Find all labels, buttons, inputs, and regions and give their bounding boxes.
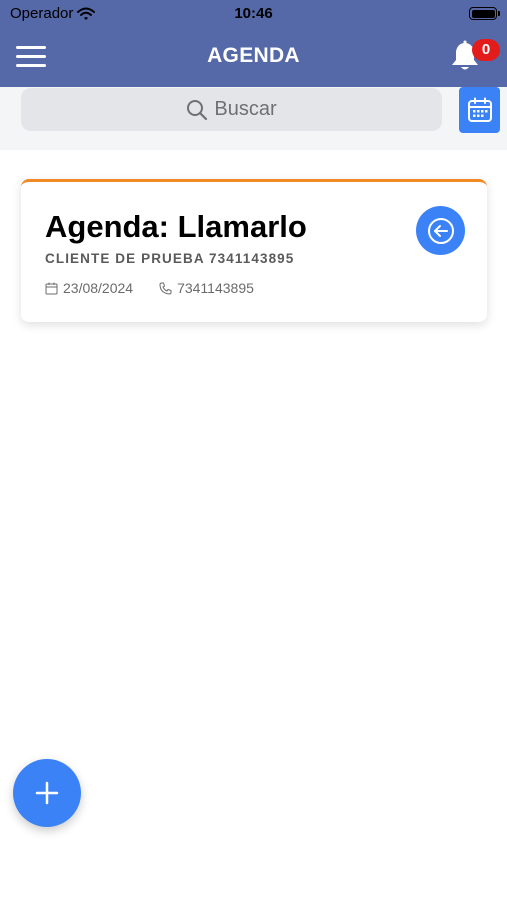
app-header: Operador 10:46 AGENDA 0 (0, 0, 507, 87)
agenda-meta: 23/08/2024 7341143895 (45, 280, 254, 296)
clock: 10:46 (234, 5, 273, 22)
notification-badge: 0 (472, 39, 500, 61)
arrow-left-circle-icon (427, 217, 454, 244)
notifications-button[interactable]: 0 (447, 36, 503, 76)
page-title: AGENDA (207, 44, 300, 67)
agenda-client: CLIENTE DE PRUEBA 7341143895 (45, 251, 295, 266)
calendar-button[interactable] (459, 87, 500, 133)
plus-icon (35, 781, 59, 805)
search-placeholder: Buscar (214, 98, 277, 120)
agenda-title: Agenda: Llamarlo (45, 209, 307, 244)
agenda-phone-value: 7341143895 (177, 280, 254, 296)
navigation-bar: AGENDA 0 (0, 28, 507, 87)
agenda-date-value: 23/08/2024 (63, 280, 134, 296)
phone-icon (159, 282, 172, 295)
search-input[interactable]: Buscar (21, 88, 442, 131)
battery-icon (469, 7, 500, 20)
search-icon (187, 99, 208, 120)
add-button[interactable] (13, 759, 81, 827)
search-area: Buscar (0, 87, 507, 150)
status-bar: Operador 10:46 (0, 0, 507, 28)
agenda-date: 23/08/2024 (45, 280, 133, 296)
calendar-small-icon (45, 282, 58, 294)
calendar-icon (467, 97, 492, 122)
agenda-phone: 7341143895 (159, 280, 254, 296)
agenda-card[interactable]: Agenda: Llamarlo CLIENTE DE PRUEBA 73411… (21, 179, 487, 322)
agenda-action-button[interactable] (416, 206, 465, 255)
